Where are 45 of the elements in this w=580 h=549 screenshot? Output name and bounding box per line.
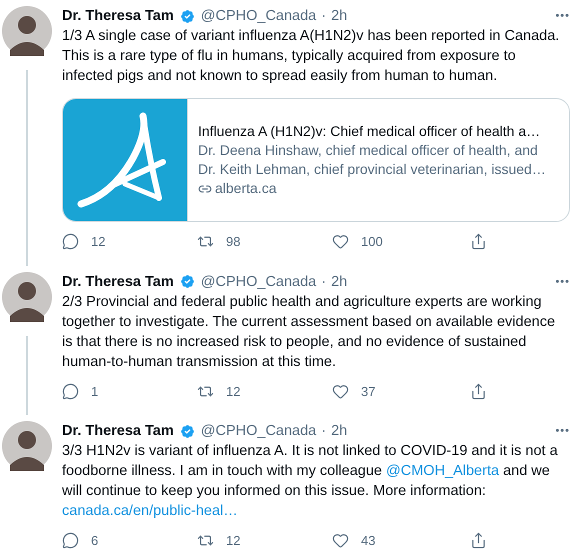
action-count: 12 [91, 233, 106, 251]
share-icon[interactable] [470, 532, 487, 549]
handle[interactable]: @CPHO_Canada [200, 6, 316, 26]
more-options[interactable]: ••• [555, 272, 570, 292]
tweet-text: 3/3 H1N2v is variant of influenza A. It is not linked to COVID-19 and it is not a foodborne illness. I am in touch with my colleague @CMOH_Alberta and we will continue to keep you informed on this issue. More information: canada.ca/en/public-heal… [62, 442, 559, 521]
avatar[interactable] [2, 272, 52, 322]
avatar[interactable] [2, 6, 52, 56]
url-link[interactable]: canada.ca/en/public-heal… [62, 503, 238, 519]
like-icon[interactable] [332, 532, 349, 549]
reply-icon[interactable] [62, 382, 79, 400]
reply-icon[interactable] [62, 233, 79, 250]
separator-dot: · [321, 7, 326, 26]
action-count: 43 [361, 532, 376, 549]
separator-dot: · [321, 272, 326, 292]
card-domain: alberta.ca [215, 179, 276, 198]
timestamp[interactable]: 2h [331, 272, 348, 292]
more-options[interactable]: ••• [555, 421, 570, 441]
display-name[interactable]: Dr. Theresa Tam [62, 421, 174, 441]
share-icon[interactable] [470, 382, 487, 400]
avatar[interactable] [2, 421, 52, 471]
action-count: 98 [226, 233, 240, 251]
action-count: 1 [91, 382, 98, 400]
link-card[interactable]: Influenza A (H1N2)v: Chief medical officer of health a… Dr. Deena Hinshaw, chief medical officer of health, and Dr. Keith Lehman, chief provincial veterinarian, issued… alberta.ca [62, 98, 570, 222]
display-name[interactable]: Dr. Theresa Tam [62, 6, 174, 26]
action-count: 6 [91, 532, 98, 549]
action-count: 37 [361, 382, 376, 400]
more-options[interactable]: ••• [555, 6, 570, 26]
share-icon[interactable] [470, 233, 487, 250]
separator-dot: · [321, 422, 326, 441]
like-icon[interactable] [332, 233, 349, 250]
mention-link[interactable]: @CMOH_Alberta [386, 463, 500, 479]
handle[interactable]: @CPHO_Canada [200, 272, 316, 292]
like-icon[interactable] [332, 382, 349, 400]
action-count: 12 [226, 532, 240, 549]
timestamp[interactable]: 2h [331, 6, 348, 26]
reply-icon[interactable] [62, 532, 79, 549]
display-name[interactable]: Dr. Theresa Tam [62, 272, 174, 292]
tweet-text: 2/3 Provincial and federal public health and agriculture experts are working together to investigate. The current assessment based on available evidence is that there is no increased risk to people, and no evidence of sustained human-to-human transmission at this time. [62, 292, 556, 372]
action-count: 100 [361, 233, 383, 251]
card-title: Influenza A (H1N2)v: Chief medical officer of health a… [198, 122, 542, 141]
timestamp[interactable]: 2h [331, 421, 348, 441]
tweet-text: 1/3 A single case of variant influenza A(H1N2)v has been reported in Canada. This is a rare type of flu in humans, typically acquired from exposure to infected pigs and not known to spread easily from human to human. [62, 27, 560, 86]
handle[interactable]: @CPHO_Canada [200, 421, 316, 441]
action-count: 12 [226, 382, 240, 400]
card-description: Dr. Deena Hinshaw, chief medical officer of health, and Dr. Keith Lehman, chief provincial veterinarian, issued… [198, 141, 547, 179]
